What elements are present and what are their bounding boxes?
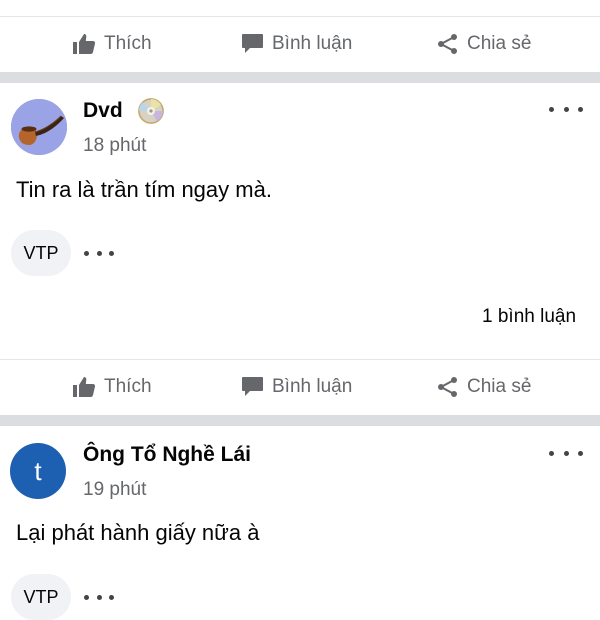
- more-reactions-button[interactable]: [84, 592, 114, 602]
- like-button[interactable]: Thích: [72, 362, 152, 412]
- post-text: Lại phát hành giấy nữa à: [16, 520, 260, 545]
- post-action-bar: Thích Bình luận Chia sẻ: [0, 362, 600, 412]
- divider: [0, 359, 600, 360]
- share-icon: [437, 33, 459, 55]
- divider: [0, 16, 600, 17]
- comment-button[interactable]: Bình luận: [241, 362, 352, 412]
- post-time[interactable]: 18 phút: [83, 135, 146, 157]
- post-time[interactable]: 19 phút: [83, 479, 146, 501]
- post-action-bar: Thích Bình luận Chia sẻ: [0, 19, 600, 69]
- avatar[interactable]: [11, 99, 67, 155]
- reaction-chip[interactable]: VTP: [11, 230, 71, 276]
- post-text: Tin ra là trần tím ngay mà.: [16, 177, 272, 202]
- thumbs-up-icon: [72, 376, 96, 398]
- speech-bubble-icon: [241, 376, 264, 398]
- more-reactions-button[interactable]: [84, 248, 114, 258]
- reaction-chip[interactable]: VTP: [11, 574, 71, 620]
- thumbs-up-icon: [72, 33, 96, 55]
- comment-label: Bình luận: [272, 376, 353, 397]
- smoking-pipe-icon: [11, 99, 67, 155]
- like-button[interactable]: Thích: [72, 19, 152, 69]
- share-button[interactable]: Chia sẻ: [437, 362, 531, 412]
- comment-count[interactable]: 1 bình luận: [482, 306, 576, 328]
- avatar-letter: t: [34, 455, 42, 486]
- comment-button[interactable]: Bình luận: [241, 19, 352, 69]
- more-options-button[interactable]: [549, 99, 583, 119]
- speech-bubble-icon: [241, 33, 264, 55]
- avatar[interactable]: t: [10, 443, 66, 499]
- share-button[interactable]: Chia sẻ: [437, 19, 531, 69]
- author-name[interactable]: Dvd: [83, 99, 123, 123]
- comment-label: Bình luận: [272, 33, 353, 54]
- cd-disc-icon: [137, 97, 165, 130]
- more-options-button[interactable]: [549, 443, 583, 463]
- share-label: Chia sẻ: [467, 376, 532, 397]
- share-icon: [437, 376, 459, 398]
- post-separator: [0, 72, 600, 83]
- like-label: Thích: [104, 376, 152, 397]
- author-name[interactable]: Ông Tổ Nghề Lái: [83, 443, 251, 467]
- post-separator: [0, 415, 600, 426]
- like-label: Thích: [104, 33, 152, 54]
- share-label: Chia sẻ: [467, 33, 532, 54]
